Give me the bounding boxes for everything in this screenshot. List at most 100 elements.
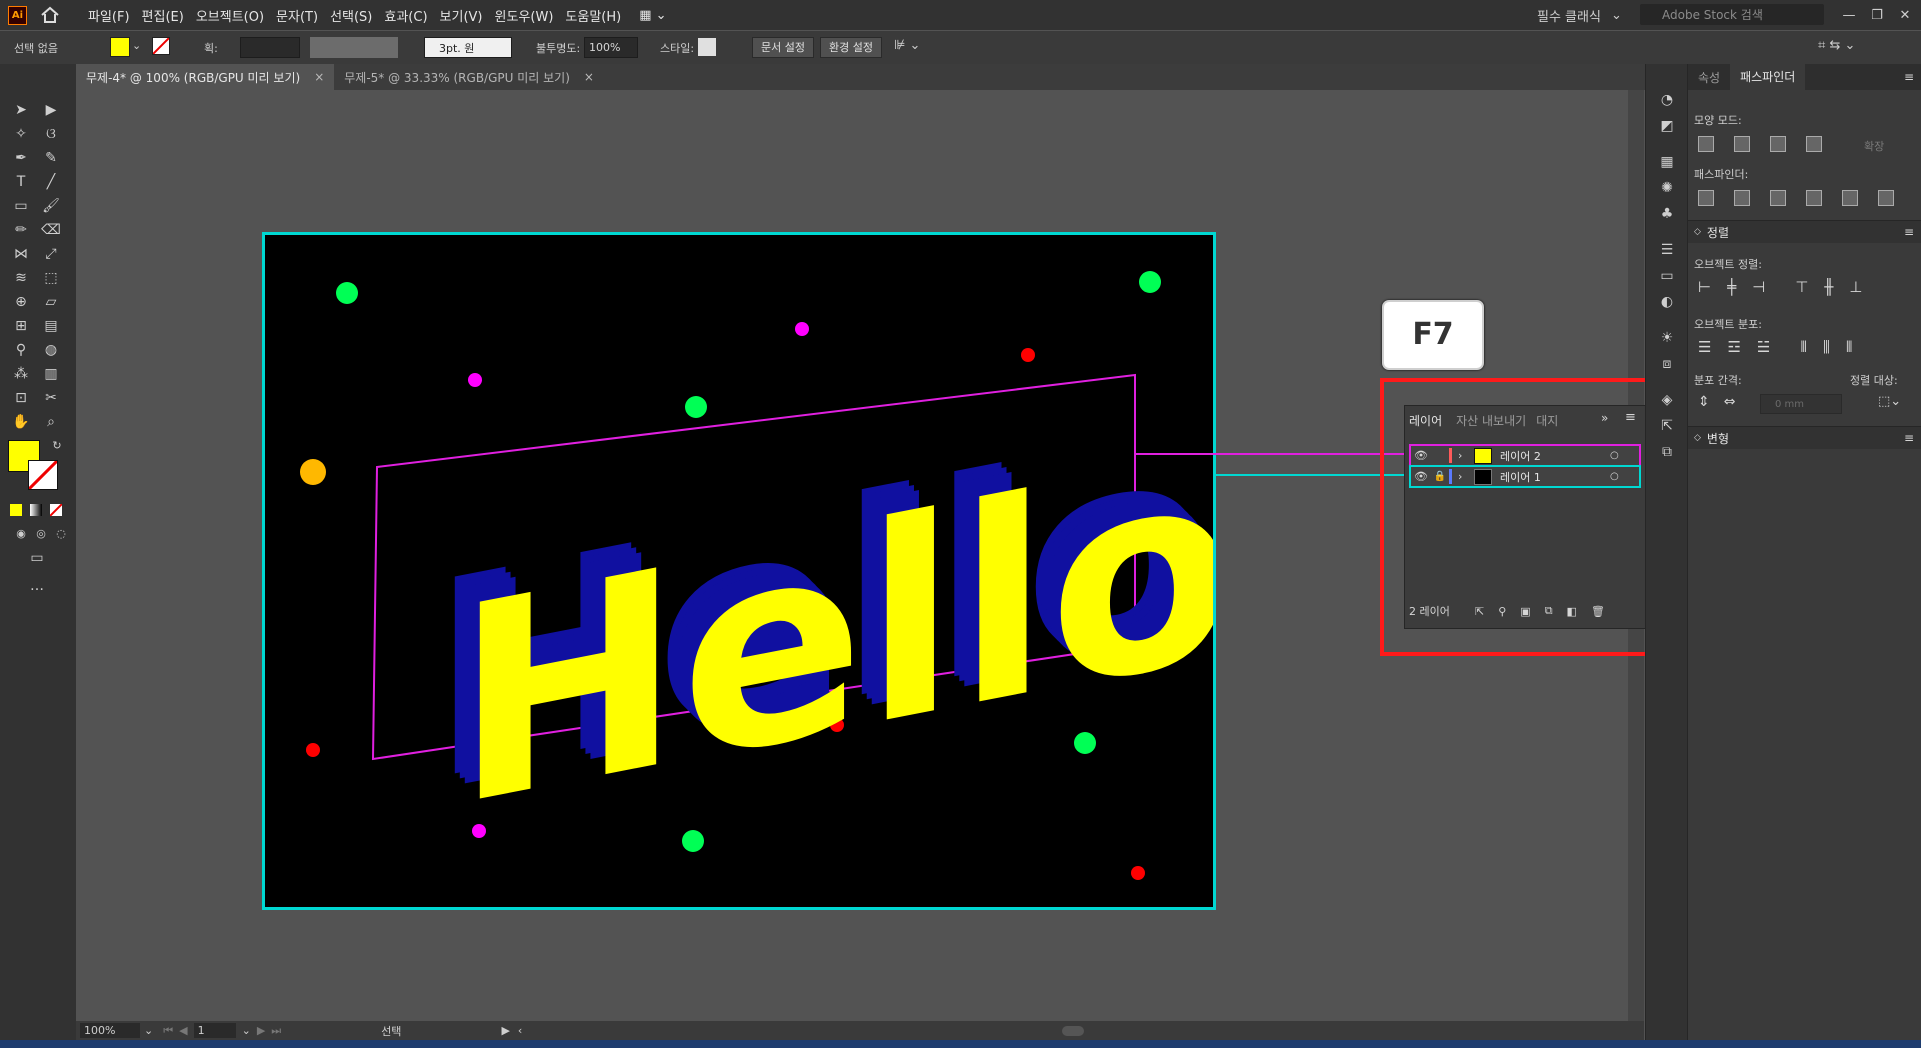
target-circle-icon[interactable]: ○ bbox=[1610, 471, 1619, 482]
layers-footer: 2 레이어 ⇱ ⚲ ▣ ⧉ ◧ 🗑 bbox=[1409, 602, 1641, 620]
previous-artboard-icon[interactable]: ◀ bbox=[179, 1024, 187, 1037]
layer-thumbnail bbox=[1474, 468, 1492, 485]
symbols-icon[interactable]: ♣ bbox=[1656, 204, 1678, 224]
layer-row[interactable]: 👁 🔒 › 레이어 1 ○ bbox=[1409, 465, 1641, 488]
distribute-left-icon[interactable]: ⦀ bbox=[1800, 338, 1807, 356]
distribute-bottom-icon[interactable]: ☱ bbox=[1757, 338, 1770, 356]
color-guide-icon[interactable]: ◩ bbox=[1656, 116, 1678, 136]
new-layer-icon[interactable]: ◧ bbox=[1567, 605, 1577, 618]
panel-menu-icon[interactable]: ≡ bbox=[1904, 431, 1914, 445]
vertical-spacing-icon[interactable]: ⇕ bbox=[1698, 394, 1710, 410]
stroke-icon[interactable]: ☰ bbox=[1656, 240, 1678, 260]
align-title: 정렬 bbox=[1706, 225, 1730, 240]
unite-icon[interactable] bbox=[1698, 136, 1714, 152]
trash-icon[interactable]: 🗑 bbox=[1591, 605, 1605, 618]
target-circle-icon[interactable]: ○ bbox=[1610, 450, 1619, 461]
first-artboard-icon[interactable]: ⏮ bbox=[163, 1024, 173, 1038]
visibility-eye-icon[interactable]: 👁 bbox=[1411, 449, 1431, 462]
crop-icon[interactable] bbox=[1806, 190, 1822, 206]
zoom-value: 100% bbox=[84, 1024, 116, 1037]
tab-artboards[interactable]: 대지 bbox=[1536, 412, 1558, 429]
align-vcenter-icon[interactable]: ╫ bbox=[1824, 278, 1833, 296]
artboards-icon[interactable]: ⧉ bbox=[1656, 442, 1678, 462]
distribute-buttons: ☰ ☲ ☱ ⦀ ⫼ ⦀ bbox=[1698, 338, 1918, 356]
distribute-vcenter-icon[interactable]: ☲ bbox=[1727, 338, 1740, 356]
asset-export-icon[interactable]: ⇱ bbox=[1656, 416, 1678, 436]
align-objects-label: 오브젝트 정렬: bbox=[1694, 258, 1762, 271]
align-to-label: 정렬 대상: bbox=[1850, 374, 1898, 387]
zoom-field[interactable]: 100% bbox=[80, 1023, 140, 1038]
tab-asset-export[interactable]: 자산 내보내기 bbox=[1456, 412, 1526, 429]
layer-count: 2 레이어 bbox=[1409, 605, 1450, 618]
last-artboard-icon[interactable]: ⏭ bbox=[271, 1024, 281, 1038]
minus-back-icon[interactable] bbox=[1878, 190, 1894, 206]
transform-header[interactable]: ◇ 변형 ≡ bbox=[1688, 426, 1921, 449]
align-bottom-icon[interactable]: ⊥ bbox=[1849, 278, 1862, 296]
taskbar-strip bbox=[0, 1040, 1921, 1048]
distribute-objects-label: 오브젝트 분포: bbox=[1694, 318, 1762, 331]
transparency-icon[interactable]: ◐ bbox=[1656, 292, 1678, 312]
artboard-number-field[interactable]: 1 bbox=[193, 1023, 236, 1038]
layer-name[interactable]: 레이어 1 bbox=[1500, 469, 1610, 485]
next-artboard-icon[interactable]: ▶ bbox=[257, 1024, 265, 1037]
spacing-field[interactable]: 0 mm bbox=[1760, 394, 1842, 414]
horizontal-spacing-icon[interactable]: ⇔ bbox=[1724, 394, 1736, 410]
panel-menu-icon[interactable]: ≡ bbox=[1904, 70, 1914, 84]
spacing-value: 0 mm bbox=[1775, 398, 1805, 410]
distribute-top-icon[interactable]: ☰ bbox=[1698, 338, 1711, 356]
divide-icon[interactable] bbox=[1698, 190, 1714, 206]
exclude-icon[interactable] bbox=[1806, 136, 1822, 152]
lock-icon[interactable]: 🔒 bbox=[1431, 471, 1449, 482]
layers-panel: 레이어 자산 내보내기 대지 » ≡ 👁 › 레이어 2 ○ 👁 🔒 › 레이어… bbox=[1404, 405, 1646, 629]
properties-panel: 속성 패스파인더 ≡ 모양 모드: 확장 패스파인더: ◇ 정렬 ≡ 오브젝트 … bbox=[1687, 64, 1921, 1048]
color-theme-icon[interactable]: ◔ bbox=[1656, 90, 1678, 110]
graphic-styles-icon[interactable]: ⧈ bbox=[1656, 354, 1678, 374]
distribute-spacing-label: 분포 간격: bbox=[1694, 374, 1742, 387]
zoom-dropdown-icon[interactable]: ⌄ bbox=[144, 1024, 153, 1037]
layer-color-bar bbox=[1449, 469, 1452, 484]
layer-row[interactable]: 👁 › 레이어 2 ○ bbox=[1409, 444, 1641, 467]
distribute-right-icon[interactable]: ⦀ bbox=[1846, 338, 1853, 356]
pathfinders-label: 패스파인더: bbox=[1694, 168, 1749, 181]
align-left-icon[interactable]: ⊢ bbox=[1698, 278, 1711, 296]
trim-icon[interactable] bbox=[1734, 190, 1750, 206]
collapse-icon: ◇ bbox=[1694, 227, 1701, 237]
current-tool-status: 선택 bbox=[381, 1024, 402, 1038]
layers-icon[interactable]: ◈ bbox=[1656, 390, 1678, 410]
export-icon[interactable]: ⇱ bbox=[1475, 605, 1484, 618]
gradient-icon[interactable]: ▭ bbox=[1656, 266, 1678, 286]
locate-object-icon[interactable]: ⚲ bbox=[1498, 605, 1506, 618]
align-header[interactable]: ◇ 정렬 ≡ bbox=[1688, 220, 1921, 243]
clipping-mask-icon[interactable]: ▣ bbox=[1520, 605, 1530, 618]
align-top-icon[interactable]: ⊤ bbox=[1795, 278, 1808, 296]
minus-front-icon[interactable] bbox=[1734, 136, 1750, 152]
intersect-icon[interactable] bbox=[1770, 136, 1786, 152]
panel-menu-icon[interactable]: ≡ bbox=[1904, 225, 1914, 239]
horizontal-scroll-thumb[interactable] bbox=[1062, 1025, 1085, 1036]
outline-icon[interactable] bbox=[1842, 190, 1858, 206]
appearance-icon[interactable]: ☀ bbox=[1656, 328, 1678, 348]
align-to-dropdown[interactable]: ⬚⌄ bbox=[1878, 394, 1901, 409]
tab-pathfinder[interactable]: 패스파인더 bbox=[1730, 64, 1806, 90]
new-sublayer-icon[interactable]: ⧉ bbox=[1545, 604, 1553, 618]
expand-button[interactable]: 확장 bbox=[1864, 138, 1884, 154]
align-hcenter-icon[interactable]: ╪ bbox=[1727, 278, 1736, 296]
visibility-eye-icon[interactable]: 👁 bbox=[1411, 470, 1431, 483]
scroll-left-icon[interactable]: ‹ bbox=[518, 1024, 522, 1037]
swatches-icon[interactable]: ▦ bbox=[1656, 152, 1678, 172]
status-bar: 100% ⌄ ⏮ ◀ 1 ⌄ ▶ ⏭ 선택 ▶ ‹ bbox=[76, 1021, 1644, 1040]
align-right-icon[interactable]: ⊣ bbox=[1752, 278, 1765, 296]
right-panel-tabs: 속성 패스파인더 ≡ bbox=[1688, 64, 1921, 90]
artboard-dropdown-icon[interactable]: ⌄ bbox=[242, 1024, 251, 1037]
panel-menu-icon[interactable]: ≡ bbox=[1625, 410, 1636, 425]
distribute-hcenter-icon[interactable]: ⫼ bbox=[1823, 338, 1830, 356]
merge-icon[interactable] bbox=[1770, 190, 1786, 206]
tab-properties[interactable]: 속성 bbox=[1688, 69, 1730, 86]
brushes-icon[interactable]: ✺ bbox=[1656, 178, 1678, 198]
chevron-right-icon[interactable]: › bbox=[1458, 470, 1474, 483]
layer-name[interactable]: 레이어 2 bbox=[1500, 448, 1610, 464]
status-menu-icon[interactable]: ▶ bbox=[501, 1024, 509, 1037]
collapse-panel-icon[interactable]: » bbox=[1601, 411, 1608, 425]
chevron-right-icon[interactable]: › bbox=[1458, 449, 1474, 462]
tab-layers[interactable]: 레이어 bbox=[1409, 412, 1442, 429]
